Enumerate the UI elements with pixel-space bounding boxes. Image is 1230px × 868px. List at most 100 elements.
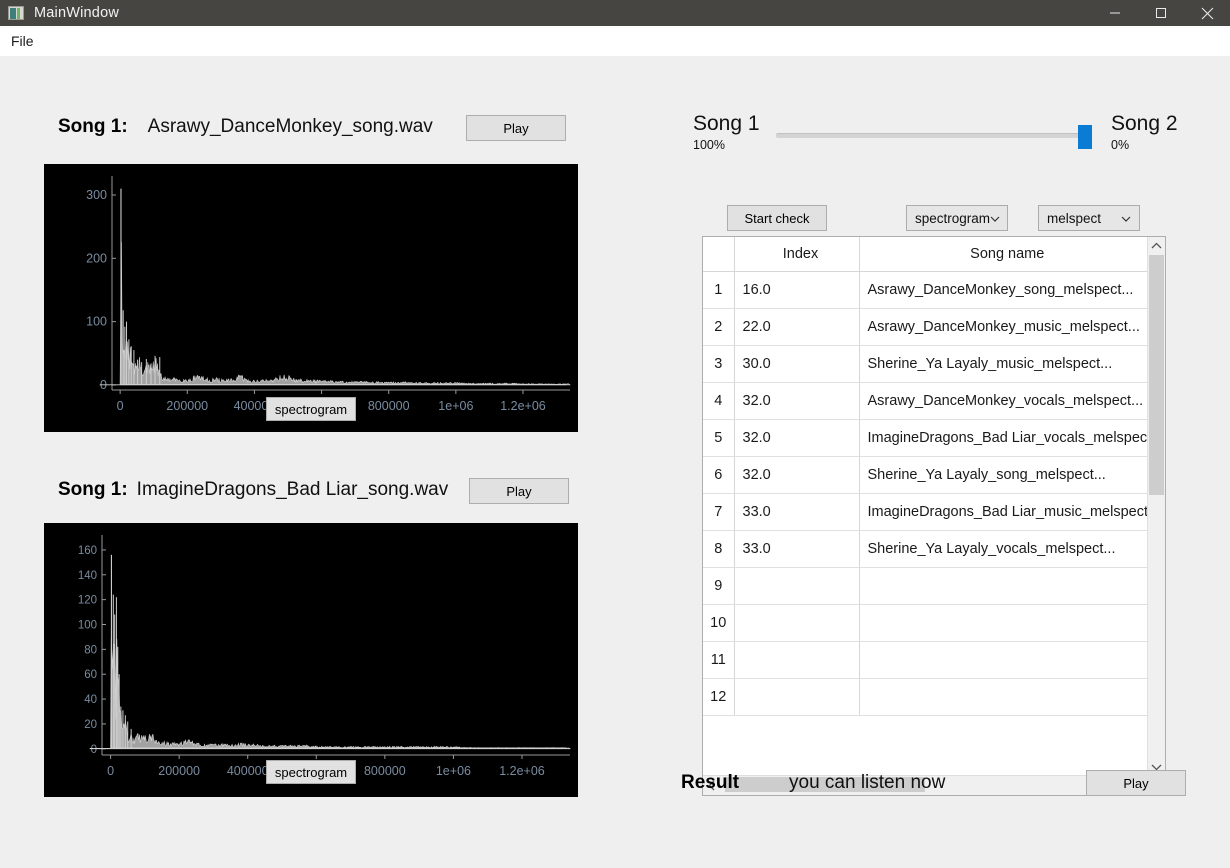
maximize-icon[interactable] [1138,0,1184,26]
feature-select[interactable]: melspect [1038,205,1140,231]
svg-text:200: 200 [86,251,107,265]
mixer-slider-track[interactable] [776,125,1092,149]
table-cell-rownum: 11 [703,641,735,679]
table-cell-songname[interactable]: Sherine_Ya Layaly_song_melspect... [859,456,1147,494]
table-row[interactable]: 6 32.0 Sherine_Ya Layaly_song_melspect... [703,456,1147,494]
song1-filename: Asrawy_DanceMonkey_song.wav [147,116,433,137]
main-content: Song 1: Asrawy_DanceMonkey_song.wav Play… [0,56,1230,868]
table-cell-index[interactable] [734,641,860,679]
result-text: you can listen now [789,772,946,793]
window-title: MainWindow [34,5,119,21]
table-body: 1 16.0 Asrawy_DanceMonkey_song_melspect...… [703,271,1147,716]
table-cell-songname[interactable]: Sherine_Ya Layaly_vocals_melspect... [859,530,1147,568]
results-table: Index Song name 1 16.0 Asrawy_DanceMonkey_… [703,237,1147,716]
start-check-button[interactable]: Start check [727,205,827,231]
window-controls [1092,0,1230,26]
svg-text:1.2e+06: 1.2e+06 [499,764,545,778]
song1-waveform-plot: 010020030002000004000006000008000001e+06… [44,164,578,432]
table-cell-index[interactable]: 22.0 [734,308,860,346]
table-cell-songname[interactable] [859,604,1147,642]
table-header-rownum [703,237,735,272]
table-row[interactable]: 11 [703,641,1147,679]
table-cell-songname[interactable]: Asrawy_DanceMonkey_music_melspect... [859,308,1147,346]
table-cell-songname[interactable] [859,567,1147,605]
table-cell-index[interactable]: 30.0 [734,345,860,383]
mixer-slider-handle[interactable] [1078,125,1092,149]
svg-text:20: 20 [84,719,97,731]
table-cell-index[interactable] [734,678,860,716]
song2-plot-svg: 0204060801001201401600200000400000600000… [78,535,571,778]
svg-text:160: 160 [78,545,97,557]
table-vertical-scroll-thumb[interactable] [1149,255,1164,495]
song1-header: Song 1: Asrawy_DanceMonkey_song.wav [58,116,433,138]
song2-header: Song 1: ImagineDragons_Bad Liar_song.wav [58,479,448,501]
svg-text:80: 80 [84,644,97,656]
table-row[interactable]: 2 22.0 Asrawy_DanceMonkey_music_melspect..… [703,308,1147,346]
result-label: Result [681,772,740,793]
song2-spectrogram-button[interactable]: spectrogram [266,760,356,784]
table-cell-index[interactable]: 33.0 [734,530,860,568]
table-row[interactable]: 9 [703,567,1147,605]
table-cell-index[interactable] [734,567,860,605]
svg-text:120: 120 [78,595,97,607]
svg-text:400000: 400000 [227,764,269,778]
table-cell-songname[interactable]: ImagineDragons_Bad Liar_music_melspect. [859,493,1147,531]
table-cell-rownum: 3 [703,345,735,383]
menu-item-file[interactable]: File [3,30,42,52]
svg-text:300: 300 [86,188,107,202]
app-window-icon [8,6,24,20]
table-header-index: Index [734,237,860,272]
table-row[interactable]: 3 30.0 Sherine_Ya Layaly_music_melspect... [703,345,1147,383]
minimize-icon[interactable] [1092,0,1138,26]
mixer-left-name: Song 1 [693,112,760,135]
table-cell-index[interactable]: 32.0 [734,382,860,420]
chevron-down-icon [1121,211,1131,226]
table-cell-songname[interactable]: Sherine_Ya Layaly_music_melspect... [859,345,1147,383]
table-cell-index[interactable]: 33.0 [734,493,860,531]
table-row[interactable]: 10 [703,604,1147,642]
chevron-up-icon[interactable] [1148,237,1165,254]
table-cell-rownum: 10 [703,604,735,642]
song2-play-button[interactable]: Play [469,478,569,504]
mode-select-value: spectrogram [915,210,991,226]
table-cell-rownum: 2 [703,308,735,346]
svg-text:40: 40 [84,694,97,706]
table-cell-rownum: 4 [703,382,735,420]
svg-text:0: 0 [117,399,124,413]
table-cell-rownum: 1 [703,271,735,309]
table-row[interactable]: 12 [703,678,1147,716]
close-icon[interactable] [1184,0,1230,26]
svg-text:1.2e+06: 1.2e+06 [500,399,546,413]
song1-play-button[interactable]: Play [466,115,566,141]
song1-spectrogram-button[interactable]: spectrogram [266,397,356,421]
svg-text:1e+06: 1e+06 [438,399,473,413]
table-row[interactable]: 8 33.0 Sherine_Ya Layaly_vocals_melspect..… [703,530,1147,568]
table-cell-songname[interactable]: Asrawy_DanceMonkey_song_melspect... [859,271,1147,309]
table-cell-rownum: 5 [703,419,735,457]
table-row[interactable]: 7 33.0 ImagineDragons_Bad Liar_music_melsp… [703,493,1147,531]
song2-filename: ImagineDragons_Bad Liar_song.wav [136,479,449,500]
table-cell-index[interactable]: 32.0 [734,419,860,457]
table-row[interactable]: 1 16.0 Asrawy_DanceMonkey_song_melspect... [703,271,1147,309]
table-cell-index[interactable]: 32.0 [734,456,860,494]
table-row[interactable]: 5 32.0 ImagineDragons_Bad Liar_vocals_mels… [703,419,1147,457]
feature-select-value: melspect [1047,210,1102,226]
table-cell-songname[interactable]: ImagineDragons_Bad Liar_vocals_melspec.. [859,419,1147,457]
svg-text:0: 0 [107,764,114,778]
table-cell-songname[interactable] [859,641,1147,679]
table-cell-songname[interactable] [859,678,1147,716]
mixer-left-percent: 100% [693,138,725,152]
table-cell-rownum: 9 [703,567,735,605]
svg-text:200000: 200000 [166,399,208,413]
table-cell-songname[interactable]: Asrawy_DanceMonkey_vocals_melspect... [859,382,1147,420]
mode-select[interactable]: spectrogram [906,205,1008,231]
table-cell-index[interactable] [734,604,860,642]
svg-text:100: 100 [86,315,107,329]
table-cell-rownum: 12 [703,678,735,716]
result-play-button[interactable]: Play [1086,770,1186,796]
table-row[interactable]: 4 32.0 Asrawy_DanceMonkey_vocals_melspect.… [703,382,1147,420]
song1-plot-svg: 010020030002000004000006000008000001e+06… [86,176,571,413]
mixer-right-percent: 0% [1111,138,1130,152]
table-vertical-scrollbar[interactable] [1147,237,1165,775]
table-cell-index[interactable]: 16.0 [734,271,860,309]
